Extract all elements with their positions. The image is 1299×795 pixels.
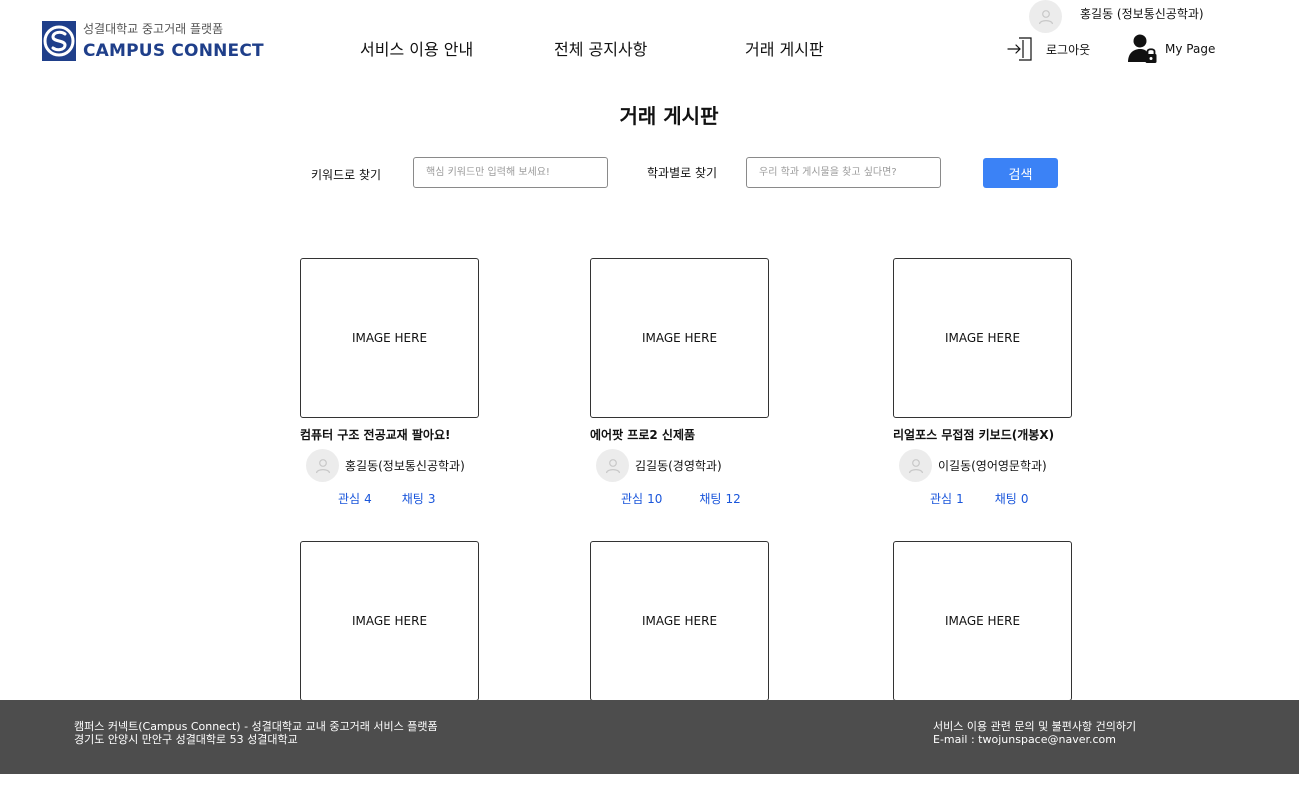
chat-count[interactable]: 채팅 0 bbox=[995, 490, 1029, 507]
user-lock-icon bbox=[1128, 34, 1157, 63]
current-user[interactable]: 홍길동 (정보통신공학과) bbox=[1029, 0, 1204, 33]
product-card[interactable]: IMAGE HERE bbox=[590, 541, 770, 701]
seller-avatar-icon bbox=[596, 449, 629, 482]
mypage-button[interactable]: My Page bbox=[1128, 34, 1215, 64]
product-title[interactable]: 리얼포스 무접점 키보드(개봉X) bbox=[893, 426, 1073, 443]
nav-trade-board[interactable]: 거래 게시판 bbox=[745, 36, 824, 60]
interest-count[interactable]: 관심 4 bbox=[338, 490, 372, 507]
logout-label: 로그아웃 bbox=[1046, 42, 1091, 57]
seller-name: 홍길동(정보통신공학과) bbox=[345, 459, 465, 473]
interest-label: 관심 bbox=[930, 492, 953, 506]
logout-button[interactable]: 로그아웃 bbox=[1007, 36, 1090, 62]
footer-address: 경기도 안양시 만안구 성결대학로 53 성결대학교 bbox=[74, 733, 298, 746]
site-footer: 캠퍼스 커넥트(Campus Connect) - 성결대학교 교내 중고거래 … bbox=[0, 700, 1299, 774]
footer-service-description: 캠퍼스 커넥트(Campus Connect) - 성결대학교 교내 중고거래 … bbox=[74, 720, 438, 733]
seller-avatar-icon bbox=[306, 449, 339, 482]
product-title[interactable]: 에어팟 프로2 신제품 bbox=[590, 426, 770, 443]
product-card[interactable]: IMAGE HERE 에어팟 프로2 신제품 김길동(경영학과) 관심 10 채팅… bbox=[590, 258, 770, 507]
nav-service-guide[interactable]: 서비스 이용 안내 bbox=[360, 36, 473, 60]
logo-subtitle: 성결대학교 중고거래 플랫폼 bbox=[83, 22, 224, 36]
keyword-search-label: 키워드로 찾기 bbox=[311, 168, 382, 182]
chat-value: 12 bbox=[725, 492, 741, 506]
seller-name: 이길동(영어영문학과) bbox=[938, 459, 1047, 473]
page: 성결대학교 중고거래 플랫폼 CAMPUS CONNECT 서비스 이용 안내 … bbox=[0, 0, 1299, 795]
footer-contact: 서비스 이용 관련 문의 및 불편사항 건의하기 E-mail : twojun… bbox=[933, 720, 1136, 746]
seller-info: 이길동(영어영문학과) bbox=[899, 449, 1073, 482]
product-image-placeholder[interactable]: IMAGE HERE bbox=[590, 541, 769, 701]
product-card[interactable]: IMAGE HERE 컴퓨터 구조 전공교재 팔아요! 홍길동(정보통신공학과)… bbox=[300, 258, 480, 507]
product-card[interactable]: IMAGE HERE bbox=[893, 541, 1073, 701]
interest-count[interactable]: 관심 1 bbox=[930, 490, 964, 507]
logout-icon bbox=[1007, 37, 1032, 61]
seller-name: 김길동(경영학과) bbox=[635, 459, 722, 473]
chat-label: 채팅 bbox=[401, 492, 424, 506]
chat-count[interactable]: 채팅 12 bbox=[699, 490, 740, 507]
department-search-input[interactable] bbox=[746, 157, 941, 188]
seller-info: 김길동(경영학과) bbox=[596, 449, 770, 482]
nav-notices[interactable]: 전체 공지사항 bbox=[554, 36, 647, 60]
footer-contact-title: 서비스 이용 관련 문의 및 불편사항 건의하기 bbox=[933, 720, 1137, 733]
chat-value: 3 bbox=[427, 492, 436, 506]
user-name: 홍길동 (정보통신공학과) bbox=[1080, 7, 1204, 21]
logo-mark-icon bbox=[42, 21, 76, 61]
product-card[interactable]: IMAGE HERE 리얼포스 무접점 키보드(개봉X) 이길동(영어영문학과)… bbox=[893, 258, 1073, 507]
footer-contact-email[interactable]: E-mail : twojunspace@naver.com bbox=[933, 733, 1136, 746]
interest-value: 10 bbox=[647, 492, 663, 506]
footer-info: 캠퍼스 커넥트(Campus Connect) - 성결대학교 교내 중고거래 … bbox=[74, 720, 438, 746]
search-button[interactable]: 검색 bbox=[983, 158, 1058, 188]
interest-label: 관심 bbox=[621, 492, 644, 506]
product-image-placeholder[interactable]: IMAGE HERE bbox=[893, 258, 1072, 418]
chat-label: 채팅 bbox=[699, 492, 722, 506]
product-image-placeholder[interactable]: IMAGE HERE bbox=[300, 541, 479, 701]
chat-label: 채팅 bbox=[994, 492, 1017, 506]
product-title[interactable]: 컴퓨터 구조 전공교재 팔아요! bbox=[300, 426, 480, 443]
department-search-label: 학과별로 찾기 bbox=[647, 166, 718, 180]
interest-value: 4 bbox=[364, 492, 372, 506]
interest-value: 1 bbox=[956, 492, 964, 506]
interest-label: 관심 bbox=[338, 492, 361, 506]
keyword-search-input[interactable] bbox=[413, 157, 608, 188]
site-logo[interactable]: 성결대학교 중고거래 플랫폼 CAMPUS CONNECT bbox=[42, 21, 264, 61]
product-image-placeholder[interactable]: IMAGE HERE bbox=[893, 541, 1072, 701]
seller-info: 홍길동(정보통신공학과) bbox=[306, 449, 480, 482]
logo-title: CAMPUS CONNECT bbox=[83, 41, 264, 61]
chat-count[interactable]: 채팅 3 bbox=[402, 490, 436, 507]
mypage-label: My Page bbox=[1165, 42, 1216, 56]
page-title: 거래 게시판 bbox=[619, 104, 719, 128]
product-image-placeholder[interactable]: IMAGE HERE bbox=[590, 258, 769, 418]
product-image-placeholder[interactable]: IMAGE HERE bbox=[300, 258, 479, 418]
seller-avatar-icon bbox=[899, 449, 932, 482]
chat-value: 0 bbox=[1020, 492, 1029, 506]
interest-count[interactable]: 관심 10 bbox=[621, 490, 662, 507]
product-card[interactable]: IMAGE HERE bbox=[300, 541, 480, 701]
user-avatar-icon bbox=[1029, 0, 1062, 33]
